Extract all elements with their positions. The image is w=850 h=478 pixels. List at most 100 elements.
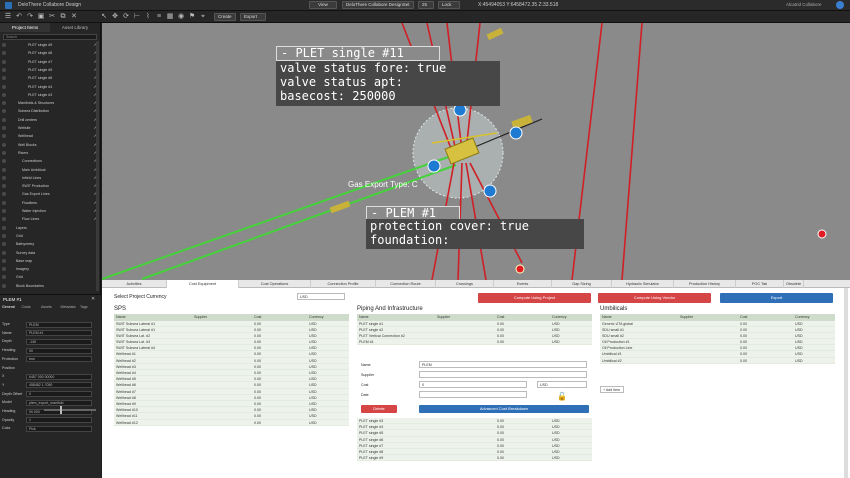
tab-cost-equipment[interactable]: Cost Equipment: [167, 280, 239, 288]
check-icon[interactable]: ✓: [94, 150, 97, 156]
bottom-scrollbar[interactable]: [844, 288, 848, 478]
tree-item[interactable]: Imagery: [0, 266, 101, 272]
tab-props-costs[interactable]: Costs: [22, 305, 31, 309]
visibility-icon[interactable]: [2, 192, 6, 197]
tree-item[interactable]: PLET single #3 ✓: [0, 92, 101, 98]
compute-project-button[interactable]: Compute Using Project: [478, 293, 591, 303]
visibility-icon[interactable]: [2, 101, 6, 106]
tree-item[interactable]: Flowlines ✓: [0, 200, 101, 206]
design-select[interactable]: DeloThere Collabore DesignSet: [342, 1, 414, 9]
tree-item[interactable]: PLET single #8 ✓: [0, 50, 101, 56]
tree-item[interactable]: Survey data: [0, 250, 101, 256]
visibility-icon[interactable]: [2, 184, 6, 189]
select-icon[interactable]: ↖: [100, 13, 108, 21]
tree-item[interactable]: Bathymetry: [0, 241, 101, 247]
property-value[interactable]: Pick: [26, 425, 92, 432]
visibility-icon[interactable]: [2, 159, 6, 164]
tab-activities[interactable]: Activities: [102, 280, 167, 288]
tab-obsolete[interactable]: Obsolete: [784, 280, 804, 288]
tree-item[interactable]: Wellsite ✓: [0, 125, 101, 131]
tree-item[interactable]: PLET single #4 ✓: [0, 84, 101, 90]
tab-props-tags[interactable]: Tags: [80, 305, 88, 309]
menu-icon[interactable]: ☰: [4, 13, 12, 21]
tab-cost-operations[interactable]: Cost Operations: [239, 280, 311, 288]
check-icon[interactable]: ✓: [94, 50, 97, 56]
rotate-icon[interactable]: ⟳: [122, 13, 130, 21]
cut-icon[interactable]: ✂: [48, 13, 56, 21]
tab-connection-route[interactable]: Connection Route: [376, 280, 436, 288]
tree-item[interactable]: Layers: [0, 225, 101, 231]
tree-item[interactable]: Risers ✓: [0, 150, 101, 156]
table-row[interactable]: Wellhead #12 0.00 USD: [114, 419, 349, 426]
check-icon[interactable]: ✓: [94, 208, 97, 214]
compute-vendor-button[interactable]: Compute Using Vendor: [598, 293, 711, 303]
visibility-icon[interactable]: [2, 43, 6, 47]
opacity-slider-handle[interactable]: [60, 406, 62, 414]
visibility-icon[interactable]: [2, 150, 6, 155]
tree-item[interactable]: Water Injection ✓: [0, 208, 101, 214]
tab-props-metadata[interactable]: Metadata: [61, 305, 76, 309]
cost-field[interactable]: 0: [419, 381, 527, 388]
tree-item[interactable]: Grid: [0, 274, 101, 280]
route-icon[interactable]: ⌇: [144, 13, 152, 21]
visibility-icon[interactable]: [2, 200, 6, 205]
visibility-icon[interactable]: [2, 275, 6, 280]
check-icon[interactable]: ✓: [94, 84, 97, 90]
table-row[interactable]: PLEM #1 0.00 USD: [357, 339, 592, 346]
check-icon[interactable]: ✓: [94, 59, 97, 65]
move-icon[interactable]: ✥: [111, 13, 119, 21]
properties-close-icon[interactable]: ✕: [91, 296, 95, 302]
tab-connection-profile[interactable]: Connection Profile: [311, 280, 376, 288]
copy-icon[interactable]: ⧉: [59, 13, 67, 21]
property-value[interactable]: plem_export_manifold: [26, 399, 92, 406]
property-value[interactable]: -145: [26, 338, 92, 345]
export-cost-button[interactable]: Export: [720, 293, 833, 303]
check-icon[interactable]: ✓: [94, 175, 97, 181]
check-icon[interactable]: ✓: [94, 142, 97, 148]
tab-poc-tab[interactable]: POC Tab: [736, 280, 784, 288]
tree-item[interactable]: Infield Lines ✓: [0, 175, 101, 181]
tree-item[interactable]: Well Blocks ✓: [0, 142, 101, 148]
view-button[interactable]: View: [309, 1, 337, 9]
tree-item[interactable]: PLET single #5 ✓: [0, 67, 101, 73]
visibility-icon[interactable]: [2, 209, 6, 213]
visibility-icon[interactable]: [2, 109, 6, 114]
export-button[interactable]: Export: [240, 13, 266, 21]
tab-hydraulic-simulator[interactable]: Hydraulic Simulator: [612, 280, 674, 288]
lock-button[interactable]: Lock: [438, 1, 460, 9]
visibility-icon[interactable]: [2, 76, 6, 81]
opacity-slider[interactable]: [44, 409, 96, 411]
check-icon[interactable]: ✓: [94, 183, 97, 189]
check-icon[interactable]: ✓: [94, 92, 97, 98]
visibility-icon[interactable]: [2, 233, 6, 238]
tree-item[interactable]: PLET single #7 ✓: [0, 59, 101, 65]
property-value[interactable]: PLEM #1: [26, 330, 92, 337]
search-input[interactable]: Search: [3, 34, 97, 40]
check-icon[interactable]: ✓: [94, 125, 97, 131]
table-row[interactable]: Umbilical #2 0.00 USD: [600, 357, 835, 364]
check-icon[interactable]: ✓: [94, 75, 97, 81]
user-label[interactable]: Alcatrid Collabore: [786, 2, 822, 7]
tab-props-general[interactable]: General: [2, 305, 15, 309]
visibility-icon[interactable]: [2, 142, 6, 147]
visibility-icon[interactable]: [2, 225, 6, 230]
visibility-icon[interactable]: [2, 258, 6, 263]
tree-item[interactable]: Manifolds & Structures ✓: [0, 100, 101, 106]
check-icon[interactable]: ✓: [94, 158, 97, 164]
property-value[interactable]: 1: [26, 417, 92, 424]
tab-production-history[interactable]: Production History: [674, 280, 736, 288]
currency-select[interactable]: USD: [297, 293, 345, 300]
currency-field[interactable]: USD: [537, 381, 587, 388]
check-icon[interactable]: ✓: [94, 67, 97, 73]
user-avatar-icon[interactable]: [836, 1, 844, 9]
tree-item[interactable]: Base map: [0, 258, 101, 264]
tree-item[interactable]: Connections ✓: [0, 158, 101, 164]
visibility-icon[interactable]: [2, 250, 6, 255]
grid-icon[interactable]: ▦: [166, 13, 174, 21]
tree-item[interactable]: PLET single #6 ✓: [0, 75, 101, 81]
tab-events[interactable]: Events: [494, 280, 552, 288]
tree-item[interactable]: Grid: [0, 233, 101, 239]
property-value[interactable]: 90: [26, 347, 92, 354]
property-value[interactable]: PLEM: [26, 321, 92, 328]
zoom-select[interactable]: 25: [418, 1, 434, 9]
